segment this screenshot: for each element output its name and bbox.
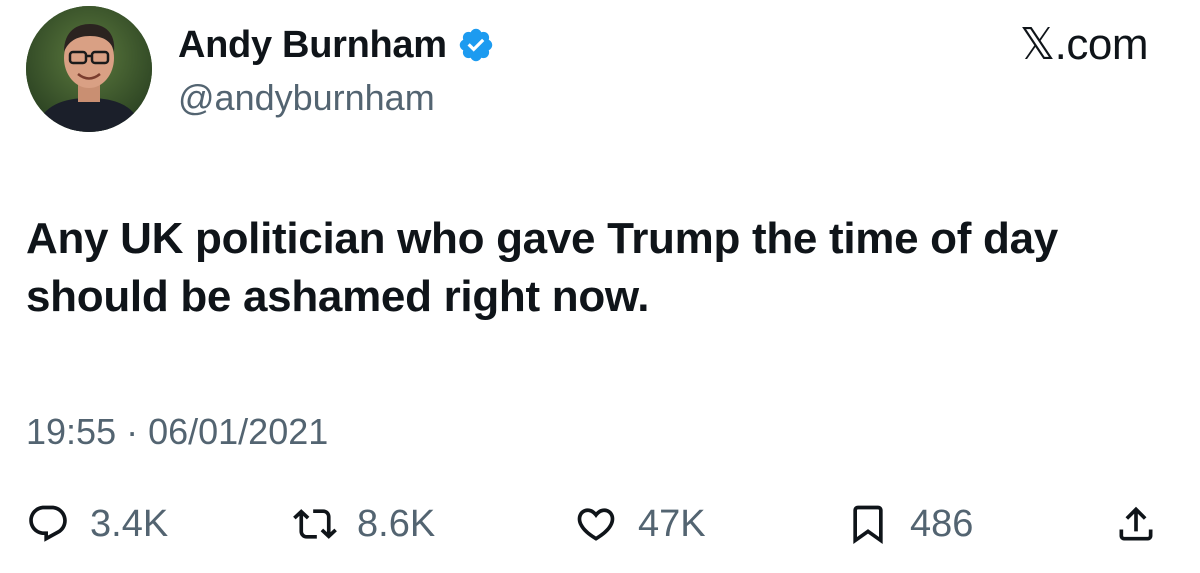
author-display-name[interactable]: Andy Burnham <box>178 22 447 68</box>
repost-icon <box>293 509 337 539</box>
x-brand-label: 𝕏.com <box>1019 20 1149 69</box>
tweet-card: Andy Burnham @andyburnham 𝕏.com Any UK p… <box>0 0 1200 573</box>
verified-badge-icon <box>457 26 495 64</box>
author-handle[interactable]: @andyburnham <box>178 76 435 120</box>
reply-button[interactable]: 3.4K <box>26 494 168 554</box>
avatar-photo <box>26 6 152 132</box>
tweet-timestamp[interactable]: 19:55 · 06/01/2021 <box>26 410 328 454</box>
share-icon <box>1119 506 1153 541</box>
reply-icon <box>29 505 67 542</box>
like-button[interactable]: 47K <box>574 494 706 554</box>
like-count: 47K <box>638 503 706 545</box>
bookmark-icon <box>853 505 883 545</box>
bookmark-count: 486 <box>910 503 974 545</box>
heart-icon <box>577 508 615 541</box>
bookmark-button[interactable]: 486 <box>846 494 973 554</box>
repost-count: 8.6K <box>357 503 436 545</box>
author-name-row: Andy Burnham <box>178 20 495 70</box>
tweet-text: Any UK politician who gave Trump the tim… <box>26 214 1058 321</box>
avatar[interactable] <box>26 6 152 132</box>
action-bar: 3.4K 8.6K 47K 486 <box>0 494 1200 554</box>
repost-button[interactable]: 8.6K <box>293 494 435 554</box>
share-button[interactable] <box>1114 494 1158 554</box>
reply-count: 3.4K <box>90 503 169 545</box>
